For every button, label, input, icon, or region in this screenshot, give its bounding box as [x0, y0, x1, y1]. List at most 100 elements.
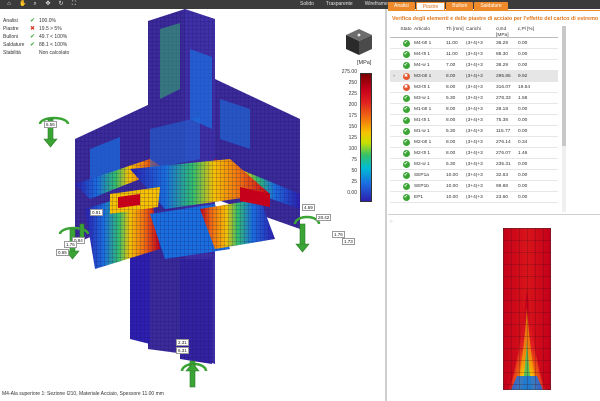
item-cell: M3-bfl 1	[414, 73, 432, 79]
stress-cell: 115.77	[496, 128, 511, 134]
loads-cell: (3+4)+3	[466, 62, 483, 68]
row-pointer-icon: ›	[393, 73, 395, 79]
panel-title: Verifica degli elementi e delle piastre …	[392, 16, 599, 22]
status-cell: ✔	[398, 39, 414, 47]
item-cell: M4-tfl 1	[414, 51, 430, 57]
value-tag: 2.31	[176, 339, 189, 346]
stress-legend-bar	[360, 73, 372, 202]
move-icon[interactable]: ✥	[45, 0, 51, 9]
stress-cell: 99.88	[496, 183, 509, 189]
legend-label: 250	[348, 80, 357, 86]
tab-welds[interactable]: Saldature	[474, 2, 508, 10]
view-solid-button[interactable]: Solido	[300, 0, 314, 9]
table-row[interactable]: ✔ M2-w 1 5.30 (3+4)+3 235.31 0.00	[390, 159, 558, 170]
tab-bolts[interactable]: Bulloni	[446, 2, 474, 10]
table-row[interactable]: ✔ M1-tfl 1 8.00 (3+4)+3 75.38 0.00	[390, 115, 558, 126]
table-row[interactable]: ✔ EP1 10.00 (3+4)+3 23.60 0.00	[390, 192, 558, 203]
value-tag: 1.76	[64, 241, 77, 248]
thickness-cell: 5.30	[446, 95, 456, 101]
item-cell: SEP1b	[414, 183, 429, 189]
zoom-fit-icon[interactable]: ⛶	[71, 0, 77, 9]
thickness-cell: 8.00	[446, 150, 456, 156]
table-row[interactable]: ✔ SEP1b 10.00 (3+4)+3 99.88 0.00	[390, 181, 558, 192]
table-row[interactable]: ✔ M4-tfl 1 11.00 (3+4)+3 88.30 0.00	[390, 49, 558, 60]
stress-cell: 316.07	[496, 84, 511, 90]
home-icon[interactable]: ⌂	[6, 0, 12, 9]
col-strain[interactable]: ε,Pl [%]	[518, 26, 536, 37]
col-loads[interactable]: Carichi	[466, 26, 496, 37]
col-stress[interactable]: σ,Ed [MPa]	[496, 26, 518, 37]
resize-handle-icon[interactable]: ⁘	[389, 219, 393, 225]
thickness-cell: 11.00	[446, 40, 458, 46]
pan-icon[interactable]: ✋	[19, 0, 26, 9]
tab-analysis[interactable]: Analisi	[388, 2, 415, 10]
view-transparent-button[interactable]: Trasparente	[326, 0, 353, 9]
strain-cell: 0.00	[518, 194, 528, 200]
status-value: 49.7 < 100%	[39, 34, 68, 40]
thickness-cell: 10.00	[446, 194, 459, 200]
3d-viewport[interactable]: 6.56 0.81 0.84 1.76 0.65 4.69 28.42 1.76…	[0, 9, 385, 392]
view-wireframe-button[interactable]: Wireframe	[365, 0, 388, 9]
table-row[interactable]: ✔ M2-bfl 1 8.00 (3+4)+3 276.14 0.34	[390, 137, 558, 148]
table-row[interactable]: ✔ M2-tfl 1 8.00 (3+4)+3 276.07 1.46	[390, 148, 558, 159]
loads-cell: (3+4)+3	[466, 194, 483, 200]
status-value: 88.1 < 100%	[39, 42, 68, 48]
col-item[interactable]: Articolo	[414, 26, 446, 37]
status-cell: ✔	[398, 182, 414, 190]
col-thickness[interactable]: Th [mm]	[446, 26, 466, 37]
load-arrow-bottom	[180, 360, 208, 388]
orientation-cube-icon[interactable]	[342, 26, 376, 58]
panel-horizontal-splitter[interactable]	[388, 214, 600, 215]
legend-label: 225	[348, 91, 357, 97]
col-status[interactable]: Stato	[398, 26, 414, 37]
strain-cell: 0.00	[518, 62, 528, 68]
stress-cell: 75.38	[496, 117, 509, 123]
strain-cell: 0.00	[518, 106, 528, 112]
status-cell: ✔	[398, 171, 414, 179]
scrollbar-thumb[interactable]	[562, 26, 566, 146]
table-row[interactable]: ✔ SEP1a 10.00 (3+4)+3 32.63 0.00	[390, 170, 558, 181]
thickness-cell: 8.00	[446, 106, 456, 112]
table-body: ✔ M4-bfl 1 11.00 (3+4)+3 38.29 0.00 ✔ M4-tfl 1 1…	[390, 38, 558, 203]
check-icon: ✔	[30, 18, 36, 24]
table-row[interactable]: ✖ M3-tfl 1 8.00 (3+4)+3 316.07 19.54	[390, 82, 558, 93]
status-cell: ✔	[398, 50, 414, 58]
status-cell: ✖	[398, 83, 414, 91]
table-row[interactable]: › ✖ M3-bfl 1 8.00 (3+4)+3 295.85 9.92	[390, 71, 558, 82]
tab-plates[interactable]: Piastre	[415, 2, 446, 10]
status-row-bolts: Bulloni ✔ 49.7 < 100%	[3, 33, 113, 41]
legend-label: 75	[351, 157, 357, 163]
zoom-icon[interactable]: ⌕	[32, 0, 38, 9]
thickness-cell: 8.00	[446, 117, 456, 123]
table-row[interactable]: ✔ M1-w 1 5.30 (3+4)+3 115.77 0.00	[390, 126, 558, 137]
status-cell: ✖	[398, 72, 414, 80]
cross-icon: ✖	[402, 83, 410, 91]
connection-3d-model	[38, 9, 321, 388]
thickness-cell: 10.00	[446, 172, 459, 178]
plate-stress-view[interactable]	[503, 228, 551, 390]
table-row[interactable]: ✔ M1-bfl 1 8.00 (3+4)+3 28.18 0.00	[390, 104, 558, 115]
strain-cell: 0.00	[518, 183, 528, 189]
table-row[interactable]: ✔ M4-w 1 7.00 (3+4)+3 38.29 0.00	[390, 60, 558, 71]
rotate-icon[interactable]: ↻	[58, 0, 64, 9]
check-icon: ✔	[402, 105, 410, 113]
status-cell: ✔	[398, 160, 414, 168]
value-tag: 0.81	[90, 209, 103, 216]
loads-cell: (3+4)+3	[466, 161, 483, 167]
legend-label: 275.00	[341, 69, 357, 75]
table-row[interactable]: ✔ M3-w 1 5.30 (3+4)+3 278.33 1.58	[390, 93, 558, 104]
strain-cell: 0.00	[518, 128, 528, 134]
loads-cell: (3+4)+3	[466, 106, 483, 112]
legend-label: 50	[351, 168, 357, 174]
table-row[interactable]: ✔ M4-bfl 1 11.00 (3+4)+3 38.29 0.00	[390, 38, 558, 49]
legend-labels: 275.00 250 225 200 175 150 125 100 75 50…	[337, 69, 357, 209]
item-cell: M2-bfl 1	[414, 139, 432, 145]
legend-label: 0.00	[347, 190, 357, 196]
legend-label: 25	[351, 179, 357, 185]
panel-splitter[interactable]	[385, 9, 387, 401]
loads-cell: (3+4)+3	[466, 183, 483, 189]
status-cell: ✔	[398, 105, 414, 113]
legend-label: 200	[348, 102, 357, 108]
table-scrollbar[interactable]	[562, 26, 566, 212]
stress-cell: 38.29	[496, 62, 509, 68]
